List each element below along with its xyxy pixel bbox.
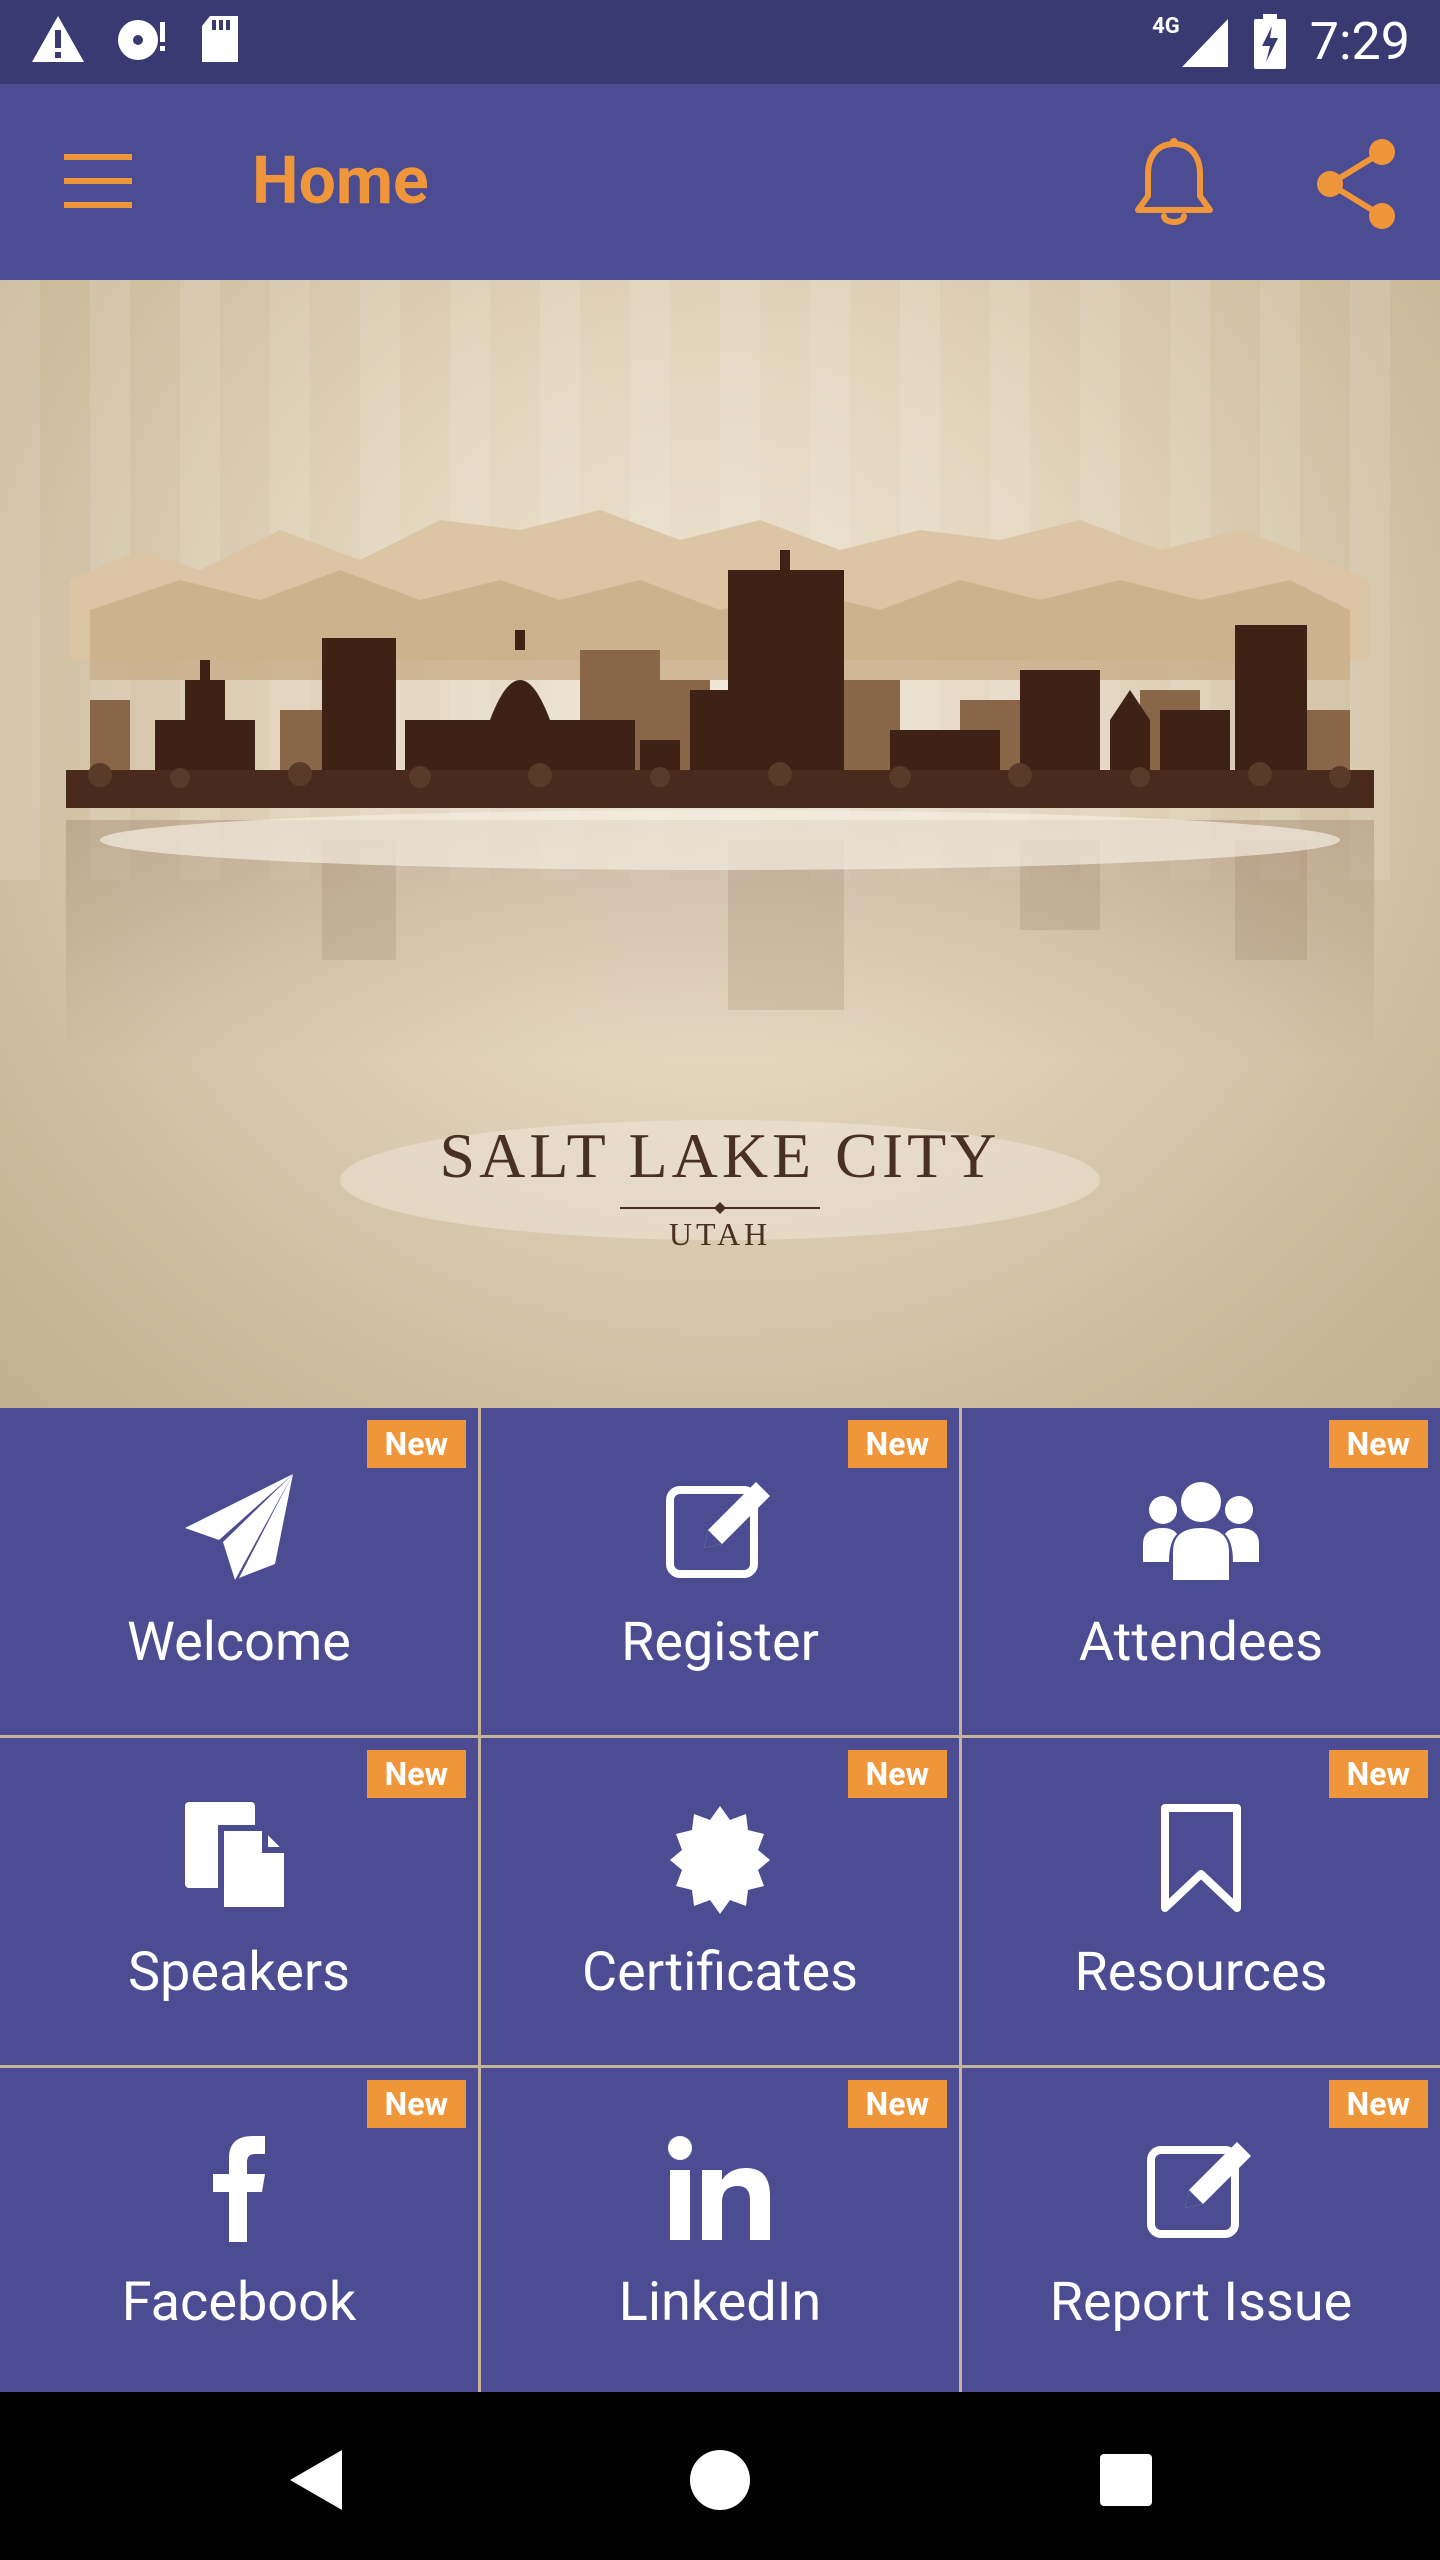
clock: 7:29 (1309, 11, 1410, 72)
tile-welcome[interactable]: New Welcome (0, 1408, 478, 1735)
hamburger-menu-icon[interactable] (56, 144, 140, 220)
battery-charging-icon (1253, 14, 1286, 69)
bookmark-icon (1161, 1804, 1241, 1912)
tile-label: Attendees (1078, 1611, 1324, 1674)
new-badge: New (1328, 1750, 1428, 1798)
users-icon (1143, 1482, 1259, 1580)
certificate-icon (670, 1806, 770, 1914)
network-type: 4G (1152, 13, 1180, 39)
page-title: Home (252, 143, 429, 220)
tile-label: Certificates (582, 1941, 858, 2004)
new-badge: New (1328, 2080, 1428, 2128)
recents-icon[interactable] (1086, 2440, 1166, 2520)
tile-speakers[interactable]: New Speakers (0, 1738, 478, 2065)
tile-label: Speakers (127, 1941, 351, 2004)
app-bar: Home (0, 84, 1440, 280)
new-badge: New (1328, 1420, 1428, 1468)
facebook-icon (213, 2136, 265, 2242)
documents-icon (185, 1802, 290, 1913)
linkedin-icon (668, 2136, 770, 2240)
bell-icon[interactable] (1124, 134, 1224, 234)
edit-icon (666, 1482, 770, 1578)
menu-grid: New Welcome New Register New Attendees N… (0, 1408, 1440, 2395)
system-nav-bar (0, 2392, 1440, 2560)
tile-resources[interactable]: New Resources (962, 1738, 1440, 2065)
status-bar-notifications (30, 14, 242, 64)
tile-register[interactable]: New Register (481, 1408, 959, 1735)
tile-label: LinkedIn (618, 2271, 822, 2334)
tile-linkedin[interactable]: New LinkedIn (481, 2068, 959, 2395)
status-bar-system: 4G 7:29 (1152, 10, 1410, 74)
new-badge: New (847, 1750, 947, 1798)
tile-label: Report Issue (1049, 2271, 1353, 2334)
tile-report-issue[interactable]: New Report Issue (962, 2068, 1440, 2395)
signal-icon (1181, 19, 1228, 67)
back-icon[interactable] (276, 2440, 356, 2520)
new-badge: New (847, 2080, 947, 2128)
tile-attendees[interactable]: New Attendees (962, 1408, 1440, 1735)
new-badge: New (847, 1420, 947, 1468)
hero-state-name: UTAH (668, 1216, 772, 1252)
sdcard-icon (202, 16, 238, 62)
share-icon[interactable] (1310, 134, 1402, 234)
new-badge: New (366, 1420, 466, 1468)
hero-ornament-divider (620, 1202, 820, 1214)
alert-icon (32, 16, 84, 62)
hero-city-name: SALT LAKE CITY (439, 1120, 1001, 1191)
tile-facebook[interactable]: New Facebook (0, 2068, 478, 2395)
tile-label: Resources (1074, 1941, 1328, 2004)
edit-icon (1147, 2142, 1251, 2238)
tile-label: Welcome (127, 1611, 351, 1674)
home-icon[interactable] (680, 2440, 760, 2520)
hero-banner: SALT LAKE CITY UTAH (0, 280, 1440, 1408)
tile-certificates[interactable]: New Certificates (481, 1738, 959, 2065)
new-badge: New (366, 1750, 466, 1798)
new-badge: New (366, 2080, 466, 2128)
tile-label: Facebook (121, 2271, 357, 2334)
status-bar: 4G 7:29 (0, 0, 1440, 84)
tile-label: Register (621, 1611, 819, 1674)
paper-plane-icon (185, 1474, 293, 1580)
disc-icon (118, 20, 165, 60)
